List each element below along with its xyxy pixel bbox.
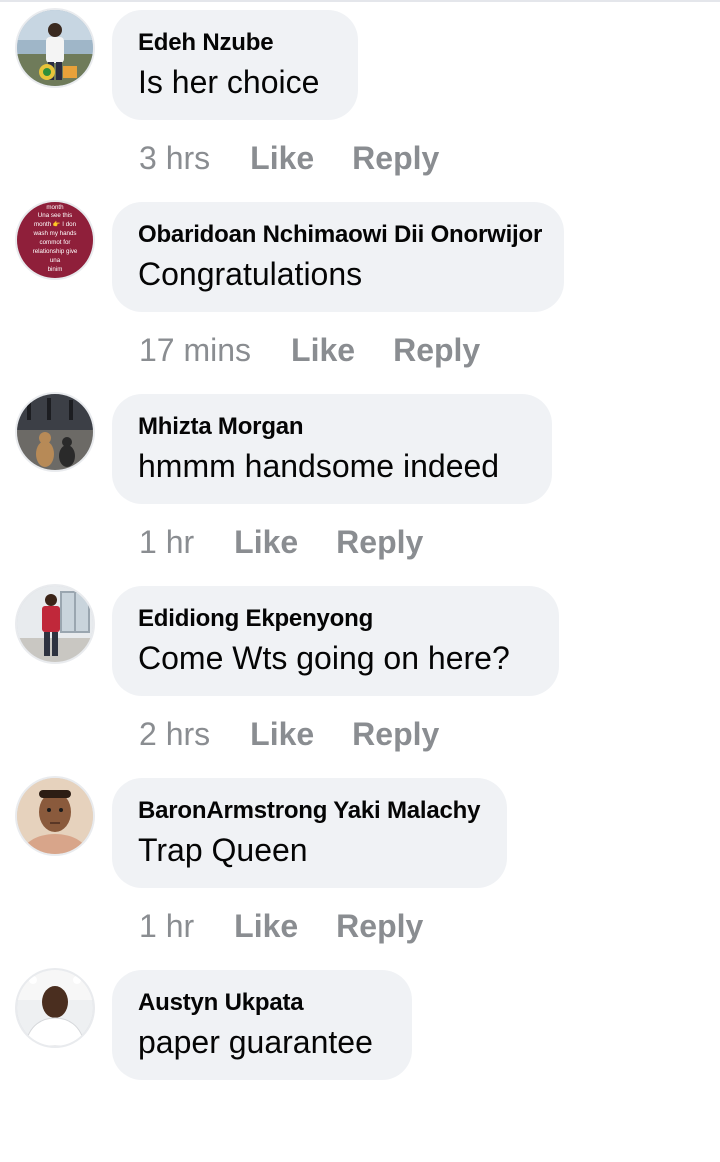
comment-author[interactable]: Obaridoan Nchimaowi Dii Onorwijor [138, 220, 542, 250]
like-button[interactable]: Like [291, 330, 355, 370]
avatar-person-outdoor-icon [17, 10, 93, 86]
avatar[interactable] [17, 10, 93, 86]
avatar-caption-line: wash my hands [33, 230, 77, 237]
comment-item: Austyn Ukpata paper guarantee [0, 970, 720, 1162]
comment-author[interactable]: Edidiong Ekpenyong [138, 604, 533, 634]
comment-text: Come Wts going on here? [138, 640, 510, 676]
like-button[interactable]: Like [234, 906, 298, 946]
reply-button[interactable]: Reply [336, 522, 423, 562]
comment-bubble: Edidiong Ekpenyong Come Wts going on her… [112, 586, 559, 696]
avatar[interactable] [17, 970, 93, 1046]
comment-text: paper guarantee [138, 1024, 373, 1060]
avatar[interactable] [17, 586, 93, 662]
avatar-cats-icon [17, 394, 93, 470]
comment-bubble: Edeh Nzube Is her choice [112, 10, 358, 120]
comment-author[interactable]: Austyn Ukpata [138, 988, 386, 1018]
comment-timestamp[interactable]: 1 hr [139, 906, 194, 946]
comment-author[interactable]: Mhizta Morgan [138, 412, 526, 442]
comment-text: hmmm handsome indeed [138, 448, 500, 484]
comment-item: Mhizta Morgan hmmm handsome indeed 1 hr … [0, 394, 720, 586]
comment-text: Is her choice [138, 64, 320, 100]
avatar-face-icon [17, 778, 93, 854]
comment-item: Edeh Nzube Is her choice 3 hrs Like Repl… [0, 10, 720, 202]
avatar-caption-line: relationship give [33, 248, 78, 255]
avatar-caption-line: month 👉 I don [34, 220, 77, 228]
comment-item: month Una see this month 👉 I don wash my… [0, 202, 720, 394]
comment-bubble: Austyn Ukpata paper guarantee [112, 970, 412, 1080]
avatar-caption-line: binim [48, 266, 63, 273]
avatar[interactable] [17, 394, 93, 470]
comment-item: Edidiong Ekpenyong Come Wts going on her… [0, 586, 720, 778]
avatar-caption-line: Una see this [38, 212, 72, 219]
comment-actions: 3 hrs Like Reply [139, 138, 439, 178]
comment-text: Congratulations [138, 256, 363, 292]
top-divider [0, 0, 720, 2]
reply-button[interactable]: Reply [393, 330, 480, 370]
comment-bubble: Mhizta Morgan hmmm handsome indeed [112, 394, 552, 504]
comment-actions: 1 hr Like Reply [139, 906, 423, 946]
reply-button[interactable]: Reply [336, 906, 423, 946]
comment-timestamp[interactable]: 3 hrs [139, 138, 210, 178]
like-button[interactable]: Like [250, 138, 314, 178]
like-button[interactable]: Like [250, 714, 314, 754]
comment-text: Trap Queen [138, 832, 308, 868]
comment-bubble: Obaridoan Nchimaowi Dii Onorwijor Congra… [112, 202, 564, 312]
comment-actions: 17 mins Like Reply [139, 330, 480, 370]
avatar-text-graphic-icon: month Una see this month 👉 I don wash my… [17, 202, 93, 278]
comment-actions: 2 hrs Like Reply [139, 714, 439, 754]
comment-author[interactable]: Edeh Nzube [138, 28, 332, 58]
comment-timestamp[interactable]: 17 mins [139, 330, 251, 370]
avatar-caption-line: month [46, 204, 64, 211]
avatar-person-red-icon [17, 586, 93, 662]
avatar-caption-line: commot for [40, 239, 71, 246]
comment-author[interactable]: BaronArmstrong Yaki Malachy [138, 796, 481, 826]
like-button[interactable]: Like [234, 522, 298, 562]
avatar-caption-line: una [50, 257, 61, 264]
avatar-person-white-icon [17, 970, 93, 1046]
comment-timestamp[interactable]: 2 hrs [139, 714, 210, 754]
avatar[interactable]: month Una see this month 👉 I don wash my… [17, 202, 93, 278]
reply-button[interactable]: Reply [352, 138, 439, 178]
comment-timestamp[interactable]: 1 hr [139, 522, 194, 562]
comment-bubble: BaronArmstrong Yaki Malachy Trap Queen [112, 778, 507, 888]
reply-button[interactable]: Reply [352, 714, 439, 754]
comment-item: BaronArmstrong Yaki Malachy Trap Queen 1… [0, 778, 720, 970]
comment-actions: 1 hr Like Reply [139, 522, 423, 562]
avatar[interactable] [17, 778, 93, 854]
